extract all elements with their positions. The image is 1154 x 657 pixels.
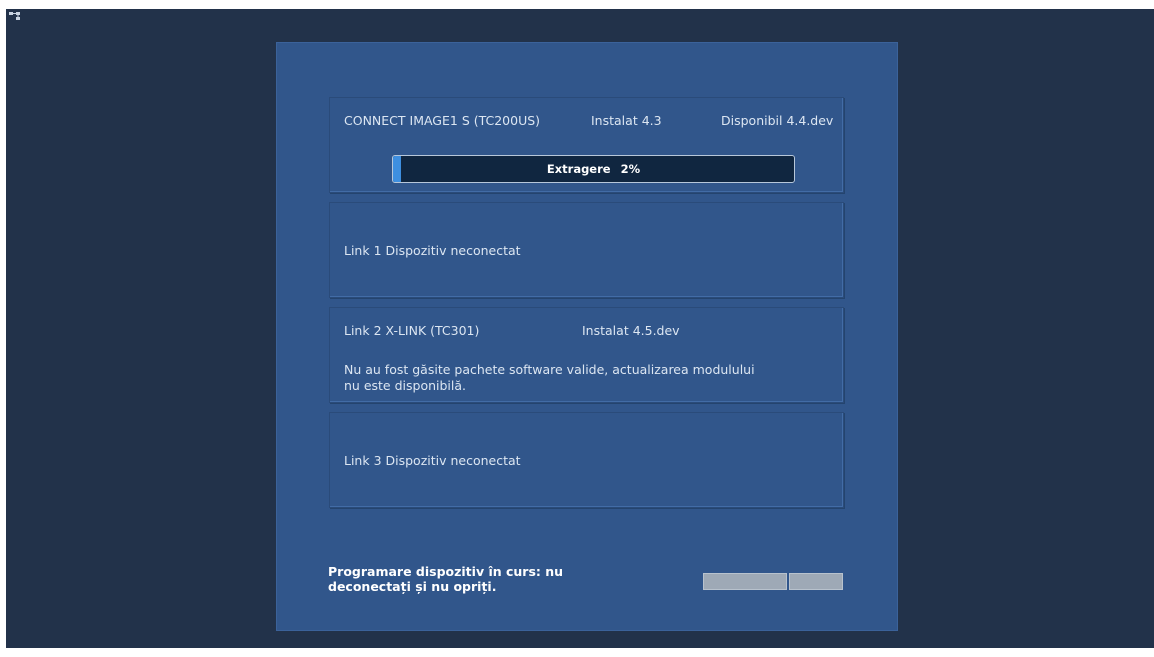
progress-label: Extragere 2% (546, 162, 641, 176)
link-3-status: Link 3 Dispozitiv neconectat (344, 453, 521, 468)
cancel-button-disabled[interactable] (789, 573, 843, 590)
link-2-message-line-1: Nu au fost găsite pachete software valid… (344, 362, 755, 377)
installed-version: Instalat 4.3 (591, 113, 662, 128)
extraction-progress-bar: Extragere 2% (392, 155, 795, 183)
link-1-status: Link 1 Dispozitiv neconectat (344, 243, 521, 258)
link-2-message-line-2: nu este disponibilă. (344, 378, 466, 393)
device-card: CONNECT IMAGE1 S (TC200US) Instalat 4.3 … (329, 97, 844, 193)
update-dialog: CONNECT IMAGE1 S (TC200US) Instalat 4.3 … (276, 42, 898, 631)
programming-warning: Programare dispozitiv în curs: nu decone… (328, 564, 628, 594)
desktop-background: CONNECT IMAGE1 S (TC200US) Instalat 4.3 … (6, 9, 1154, 648)
link-2-device: Link 2 X-LINK (TC301) (344, 323, 480, 338)
warning-line-1: Programare dispozitiv în curs: nu (328, 564, 564, 579)
link-3-card: Link 3 Dispozitiv neconectat (329, 412, 844, 508)
warning-line-2: deconectați și nu opriți. (328, 579, 497, 594)
link-2-card: Link 2 X-LINK (TC301) Instalat 4.5.dev N… (329, 307, 844, 403)
network-icon (8, 10, 24, 22)
available-version: Disponibil 4.4.dev (721, 113, 834, 128)
link-1-card: Link 1 Dispozitiv neconectat (329, 202, 844, 298)
start-update-button-disabled[interactable] (703, 573, 787, 590)
link-2-installed-version: Instalat 4.5.dev (582, 323, 680, 338)
device-name: CONNECT IMAGE1 S (TC200US) (344, 113, 541, 128)
